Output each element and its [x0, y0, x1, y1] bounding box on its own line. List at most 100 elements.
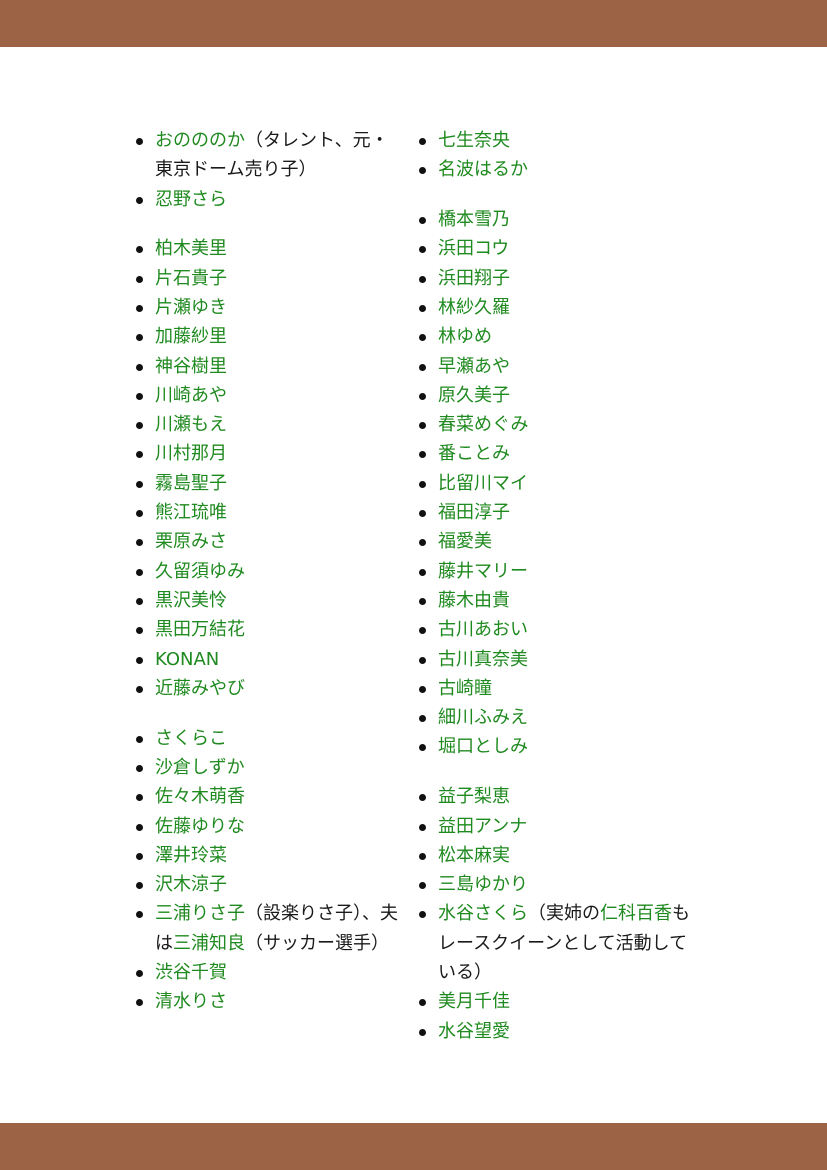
name-link[interactable]: 浜田翔子: [438, 268, 510, 289]
list-item: 春菜めぐみ: [419, 410, 693, 439]
name-link[interactable]: 橋本雪乃: [438, 209, 510, 230]
name-link[interactable]: 佐藤ゆりな: [155, 816, 245, 837]
list-item: 古川真奈美: [419, 645, 693, 674]
list-item: 川崎あや: [136, 381, 405, 410]
name-list: 七生奈央 名波はるか: [419, 126, 693, 185]
name-link[interactable]: 美月千佳: [438, 991, 510, 1012]
name-link[interactable]: 春菜めぐみ: [438, 414, 529, 435]
list-item: 福田淳子: [419, 498, 693, 527]
name-link[interactable]: 三島ゆかり: [438, 874, 528, 895]
name-link[interactable]: 沙倉しずか: [155, 757, 245, 778]
name-link[interactable]: 早瀬あや: [438, 356, 510, 377]
list-item: 三島ゆかり: [419, 870, 693, 899]
name-link[interactable]: 加藤紗里: [155, 326, 227, 347]
name-link[interactable]: 浜田コウ: [438, 238, 509, 259]
name-link[interactable]: 三浦知良: [173, 933, 245, 954]
name-link[interactable]: 柏木美里: [155, 238, 227, 259]
name-link[interactable]: 川崎あや: [155, 385, 227, 406]
name-link[interactable]: 片瀬ゆき: [155, 297, 227, 318]
name-link[interactable]: 林紗久羅: [438, 297, 510, 318]
name-link[interactable]: 黒田万結花: [155, 619, 245, 640]
name-link[interactable]: 片石貴子: [155, 268, 227, 289]
list-item: 浜田翔子: [419, 264, 693, 293]
list-item: 黒沢美怜: [136, 586, 405, 615]
name-list: 柏木美里片石貴子片瀬ゆき加藤紗里神谷樹里川崎あや川瀬もえ川村那月霧島聖子熊江琉唯…: [136, 234, 405, 703]
name-list: 益子梨恵益田アンナ松本麻実三島ゆかり水谷さくら（実姉の仁科百香もレースクイーンと…: [419, 782, 693, 1046]
name-link[interactable]: 佐々木萌香: [155, 786, 245, 807]
list-item: 堀口としみ: [419, 732, 693, 761]
list-item: 藤井マリー: [419, 557, 693, 586]
list-item: 益子梨恵: [419, 782, 693, 811]
name-link[interactable]: 渋谷千賀: [155, 962, 227, 983]
list-item: 近藤みやび: [136, 674, 405, 703]
name-link[interactable]: 仁科百香: [600, 903, 672, 924]
list-item: 川瀬もえ: [136, 410, 405, 439]
list-item: 林紗久羅: [419, 293, 693, 322]
name-link[interactable]: 七生奈央: [438, 130, 510, 151]
name-link[interactable]: 水谷望愛: [438, 1021, 510, 1042]
name-link[interactable]: 藤木由貴: [438, 590, 510, 611]
name-link[interactable]: 水谷さくら: [438, 903, 528, 924]
name-link[interactable]: 益田アンナ: [438, 816, 527, 837]
list-item: 水谷さくら（実姉の仁科百香もレースクイーンとして活動している）: [419, 899, 693, 987]
name-link[interactable]: 福愛美: [438, 531, 492, 552]
list-item: 益田アンナ: [419, 812, 693, 841]
name-link[interactable]: 堀口としみ: [438, 736, 528, 757]
name-link[interactable]: 澤井玲菜: [155, 845, 227, 866]
list-item: 名波はるか: [419, 155, 693, 184]
list-item: 古川あおい: [419, 615, 693, 644]
list-item: 三浦りさ子（設楽りさ子）、夫は三浦知良（サッカー選手）: [136, 899, 405, 958]
list-item: さくらこ: [136, 724, 405, 753]
name-link[interactable]: 番ことみ: [438, 443, 510, 464]
list-item: 加藤紗里: [136, 322, 405, 351]
name-link[interactable]: 古川真奈美: [438, 649, 528, 670]
name-link[interactable]: 霧島聖子: [155, 473, 227, 494]
list-item: 沢木涼子: [136, 870, 405, 899]
name-link[interactable]: 黒沢美怜: [155, 590, 227, 611]
name-link[interactable]: 松本麻実: [438, 845, 510, 866]
name-link[interactable]: 忍野さら: [155, 189, 227, 210]
name-link[interactable]: 近藤みやび: [155, 678, 245, 699]
list-item: 福愛美: [419, 527, 693, 556]
name-link[interactable]: 比留川マイ: [438, 473, 528, 494]
name-link[interactable]: 神谷樹里: [155, 356, 227, 377]
name-link[interactable]: 熊江琉唯: [155, 502, 227, 523]
name-link[interactable]: 古川あおい: [438, 619, 528, 640]
name-link[interactable]: さくらこ: [155, 728, 227, 749]
name-link[interactable]: 古崎瞳: [438, 678, 492, 699]
list-item: 栗原みさ: [136, 527, 405, 556]
name-link[interactable]: 林ゆめ: [438, 326, 492, 347]
name-link[interactable]: KONAN: [155, 649, 219, 670]
note-text: （サッカー選手）: [245, 932, 389, 954]
name-link[interactable]: 益子梨恵: [438, 786, 510, 807]
name-link[interactable]: 久留須ゆみ: [155, 561, 245, 582]
name-link[interactable]: 沢木涼子: [155, 874, 227, 895]
name-link[interactable]: 清水りさ: [155, 991, 227, 1012]
list-item: 神谷樹里: [136, 352, 405, 381]
name-link[interactable]: おのののか: [155, 130, 245, 151]
name-link[interactable]: 福田淳子: [438, 502, 510, 523]
list-item: 佐藤ゆりな: [136, 812, 405, 841]
right-name-column: 七生奈央名波はるか橋本雪乃浜田コウ浜田翔子林紗久羅林ゆめ早瀬あや原久美子春菜めぐ…: [419, 126, 693, 1046]
name-link[interactable]: 細川ふみえ: [438, 707, 528, 728]
name-link[interactable]: 名波はるか: [438, 159, 528, 180]
left-name-column: おのののか（タレント、元・東京ドーム売り子） 忍野さら 柏木美里 片石貴子 片瀬ゆき 加藤…: [136, 126, 405, 1017]
name-list: 橋本雪乃浜田コウ浜田翔子林紗久羅林ゆめ早瀬あや原久美子春菜めぐみ番ことみ比留川マ…: [419, 205, 693, 762]
list-item: 松本麻実: [419, 841, 693, 870]
name-list: さくらこ沙倉しずか佐々木萌香佐藤ゆりな澤井玲菜沢木涼子三浦りさ子（設楽りさ子）、…: [136, 724, 405, 1017]
name-link[interactable]: 川瀬もえ: [155, 414, 227, 435]
name-link[interactable]: 栗原みさ: [155, 531, 227, 552]
list-item: 清水りさ: [136, 987, 405, 1016]
name-link[interactable]: 三浦りさ子: [155, 903, 245, 924]
list-item: 佐々木萌香: [136, 782, 405, 811]
list-item: 七生奈央: [419, 126, 693, 155]
name-link[interactable]: 藤井マリー: [438, 561, 528, 582]
name-link[interactable]: 川村那月: [155, 443, 227, 464]
list-item: 川村那月: [136, 439, 405, 468]
name-link[interactable]: 原久美子: [438, 385, 510, 406]
list-item: 浜田コウ: [419, 234, 693, 263]
list-item: 熊江琉唯: [136, 498, 405, 527]
